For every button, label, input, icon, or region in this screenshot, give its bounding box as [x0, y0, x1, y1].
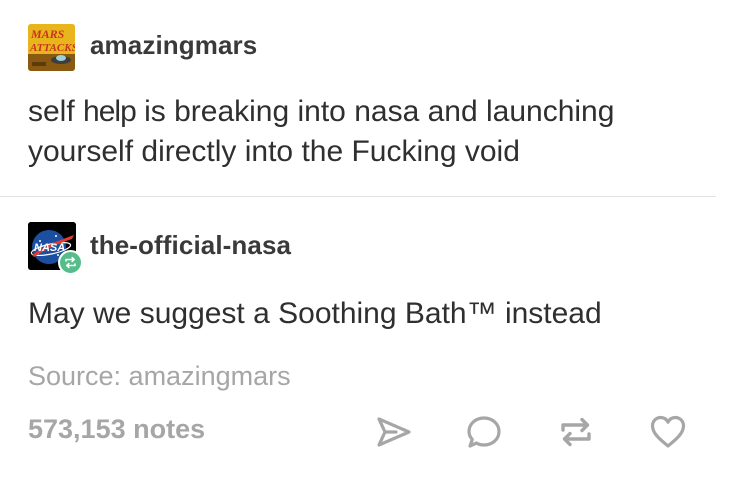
- mars-attacks-avatar[interactable]: MARS ATTACKS: [28, 24, 75, 71]
- username-the-official-nasa[interactable]: the-official-nasa: [90, 230, 291, 261]
- mars-avatar-text-1: MARS: [30, 27, 65, 41]
- nasa-avatar-text: NASA: [34, 242, 65, 254]
- nasa-avatar[interactable]: NASA: [28, 222, 83, 275]
- notes-count[interactable]: 573,153 notes: [28, 414, 205, 445]
- heart-icon[interactable]: [648, 412, 688, 452]
- reblog-arrows-icon[interactable]: [556, 412, 596, 452]
- post-body-start: self: [28, 95, 84, 128]
- post-body-emphasis: help: [83, 95, 137, 128]
- paper-plane-icon[interactable]: [374, 412, 414, 452]
- reblog-badge-icon: [58, 250, 83, 275]
- post-body: self help is breaking into nasa and laun…: [28, 92, 708, 172]
- username-amazingmars[interactable]: amazingmars: [90, 30, 257, 61]
- speech-bubble-icon[interactable]: [464, 412, 504, 452]
- source-link[interactable]: Source: amazingmars: [28, 358, 291, 394]
- original-post: MARS ATTACKS amazingmars self help is br…: [0, 0, 734, 197]
- post-divider: [0, 196, 716, 197]
- reblog-body: May we suggest a Soothing Bath™ instead: [28, 297, 602, 330]
- mars-avatar-text-2: ATTACKS: [29, 42, 75, 54]
